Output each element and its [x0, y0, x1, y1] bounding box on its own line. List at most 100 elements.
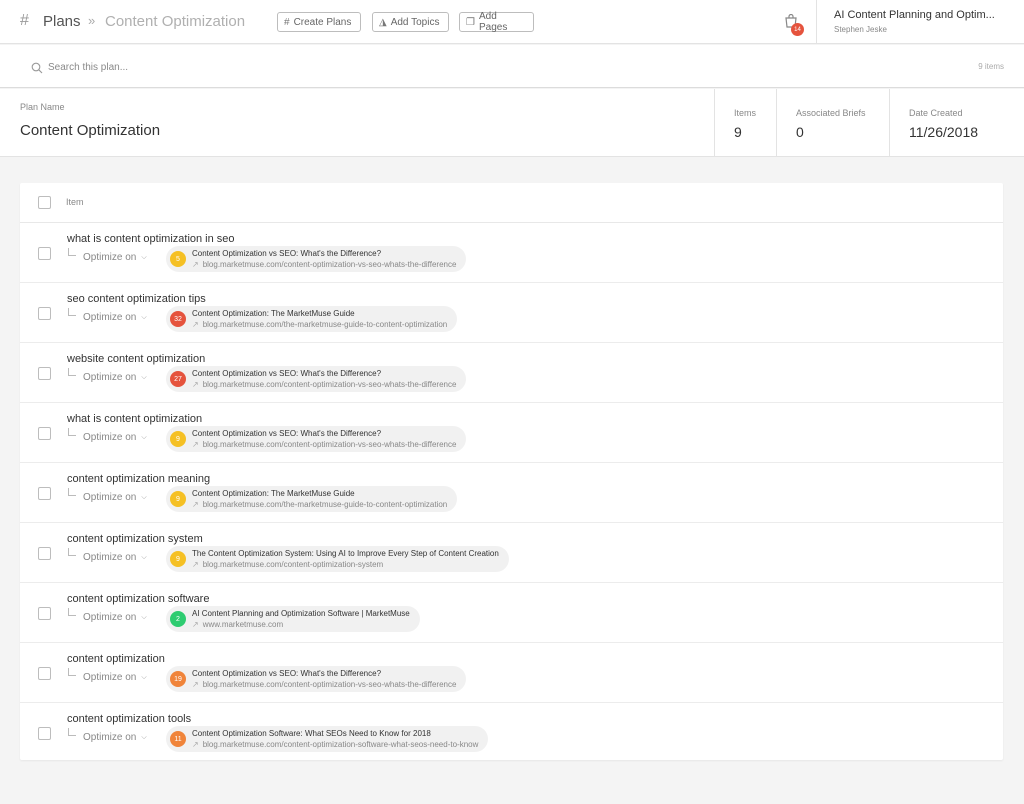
row-checkbox[interactable]	[38, 427, 51, 440]
target-page-url-text: blog.marketmuse.com/content-optimization…	[202, 560, 384, 569]
create-plans-button[interactable]: # Create Plans	[277, 12, 361, 32]
row-keyword[interactable]: content optimization meaning	[67, 473, 210, 485]
content-score-badge: 27	[170, 371, 186, 387]
items-label: Items	[734, 108, 757, 118]
row-checkbox[interactable]	[38, 487, 51, 500]
target-page-pill[interactable]: 9 Content Optimization vs SEO: What's th…	[166, 426, 467, 452]
table-rows: what is content optimization in seo Opti…	[20, 223, 1003, 763]
external-link-icon: ↗	[192, 620, 199, 629]
target-page-info: Content Optimization: The MarketMuse Gui…	[192, 488, 447, 510]
row-checkbox[interactable]	[38, 667, 51, 680]
tree-elbow-icon	[68, 428, 76, 436]
optimize-on-dropdown[interactable]: Optimize on ⌵	[83, 372, 147, 383]
tree-elbow-icon	[68, 488, 76, 496]
optimize-on-label: Optimize on	[83, 552, 137, 563]
row-keyword[interactable]: content optimization software	[67, 593, 209, 605]
row-keyword[interactable]: content optimization system	[67, 533, 203, 545]
optimize-on-dropdown[interactable]: Optimize on ⌵	[83, 732, 147, 743]
items-value: 9	[734, 124, 742, 140]
breadcrumb-plans[interactable]: Plans	[43, 13, 81, 30]
account-title[interactable]: AI Content Planning and Optim...	[834, 9, 1014, 21]
target-page-pill[interactable]: 9 The Content Optimization System: Using…	[166, 546, 509, 572]
table-header: Item	[20, 183, 1003, 223]
row-checkbox[interactable]	[38, 247, 51, 260]
row-keyword[interactable]: content optimization	[67, 653, 165, 665]
row-checkbox[interactable]	[38, 367, 51, 380]
table-row: content optimization Optimize on ⌵ 19 Co…	[20, 643, 1003, 703]
add-pages-label: Add Pages	[478, 11, 508, 33]
target-page-url[interactable]: ↗ www.marketmuse.com	[192, 619, 410, 630]
chevron-down-icon: ⌵	[141, 733, 147, 741]
target-page-title: Content Optimization vs SEO: What's the …	[192, 249, 382, 258]
hash-icon: #	[20, 12, 29, 29]
optimize-on-dropdown[interactable]: Optimize on ⌵	[83, 252, 147, 263]
optimize-on-dropdown[interactable]: Optimize on ⌵	[83, 312, 147, 323]
target-page-url[interactable]: ↗ blog.marketmuse.com/content-optimizati…	[192, 259, 456, 270]
notification-badge: 14	[791, 23, 804, 36]
tree-elbow-icon	[68, 668, 76, 676]
optimize-on-dropdown[interactable]: Optimize on ⌵	[83, 612, 147, 623]
row-keyword[interactable]: content optimization tools	[67, 713, 191, 725]
content-score-badge: 9	[170, 491, 186, 507]
tree-elbow-icon	[68, 368, 76, 376]
target-page-info: Content Optimization vs SEO: What's the …	[192, 428, 456, 450]
target-page-url[interactable]: ↗ blog.marketmuse.com/content-optimizati…	[192, 739, 478, 750]
target-page-pill[interactable]: 32 Content Optimization: The MarketMuse …	[166, 306, 458, 332]
row-keyword[interactable]: what is content optimization in seo	[67, 233, 235, 245]
row-keyword[interactable]: what is content optimization	[67, 413, 202, 425]
header-divider	[816, 0, 817, 44]
target-page-url-text: blog.marketmuse.com/content-optimization…	[202, 440, 457, 449]
external-link-icon: ↗	[192, 320, 199, 329]
target-page-info: Content Optimization vs SEO: What's the …	[192, 668, 456, 690]
add-topics-button[interactable]: ◮ Add Topics	[372, 12, 449, 32]
tree-elbow-icon	[68, 308, 76, 316]
date-value: 11/26/2018	[909, 124, 979, 140]
target-page-title: AI Content Planning and Optimization Sof…	[192, 609, 410, 618]
target-page-url-text: www.marketmuse.com	[202, 620, 284, 629]
optimize-on-label: Optimize on	[83, 732, 137, 743]
date-label: Date Created	[909, 108, 963, 118]
target-page-info: Content Optimization vs SEO: What's the …	[192, 248, 456, 270]
optimize-on-dropdown[interactable]: Optimize on ⌵	[83, 552, 147, 563]
target-page-pill[interactable]: 9 Content Optimization: The MarketMuse G…	[166, 486, 458, 512]
row-keyword[interactable]: seo content optimization tips	[67, 293, 206, 305]
optimize-on-dropdown[interactable]: Optimize on ⌵	[83, 492, 147, 503]
row-checkbox[interactable]	[38, 307, 51, 320]
optimize-on-label: Optimize on	[83, 432, 137, 443]
select-all-checkbox[interactable]	[38, 196, 51, 209]
target-page-url[interactable]: ↗ blog.marketmuse.com/the-marketmuse-gui…	[192, 319, 447, 330]
target-page-url[interactable]: ↗ blog.marketmuse.com/content-optimizati…	[192, 559, 499, 570]
target-page-title: Content Optimization vs SEO: What's the …	[192, 669, 382, 678]
plan-summary: Plan Name Content Optimization Items 9 A…	[0, 89, 1024, 157]
external-link-icon: ↗	[192, 560, 199, 569]
target-page-pill[interactable]: 2 AI Content Planning and Optimization S…	[166, 606, 420, 632]
target-page-url[interactable]: ↗ blog.marketmuse.com/content-optimizati…	[192, 379, 456, 390]
row-checkbox[interactable]	[38, 547, 51, 560]
row-keyword[interactable]: website content optimization	[67, 353, 205, 365]
add-topics-label: Add Topics	[390, 16, 440, 28]
external-link-icon: ↗	[192, 500, 199, 509]
search-input[interactable]	[48, 58, 648, 76]
target-page-url[interactable]: ↗ blog.marketmuse.com/content-optimizati…	[192, 439, 456, 450]
target-page-pill[interactable]: 11 Content Optimization Software: What S…	[166, 726, 489, 752]
row-checkbox[interactable]	[38, 727, 51, 740]
briefs-value: 0	[796, 124, 804, 140]
optimize-on-dropdown[interactable]: Optimize on ⌵	[83, 672, 147, 683]
target-page-pill[interactable]: 5 Content Optimization vs SEO: What's th…	[166, 246, 467, 272]
tree-elbow-icon	[68, 248, 76, 256]
target-page-title: Content Optimization: The MarketMuse Gui…	[192, 489, 355, 498]
target-page-url-text: blog.marketmuse.com/content-optimization…	[202, 380, 457, 389]
add-pages-button[interactable]: ❐ Add Pages	[459, 11, 534, 33]
pages-icon: ❐	[466, 16, 475, 28]
target-page-pill[interactable]: 19 Content Optimization vs SEO: What's t…	[166, 666, 467, 692]
target-page-url[interactable]: ↗ blog.marketmuse.com/content-optimizati…	[192, 679, 456, 690]
target-page-url[interactable]: ↗ blog.marketmuse.com/the-marketmuse-gui…	[192, 499, 447, 510]
target-page-pill[interactable]: 27 Content Optimization vs SEO: What's t…	[166, 366, 467, 392]
optimize-on-dropdown[interactable]: Optimize on ⌵	[83, 432, 147, 443]
target-page-url-text: blog.marketmuse.com/content-optimization…	[202, 740, 479, 749]
row-checkbox[interactable]	[38, 607, 51, 620]
tree-elbow-icon	[68, 728, 76, 736]
top-bar: # Plans » Content Optimization # Create …	[0, 0, 1024, 44]
content-score-badge: 9	[170, 551, 186, 567]
content-score-badge: 32	[170, 311, 186, 327]
